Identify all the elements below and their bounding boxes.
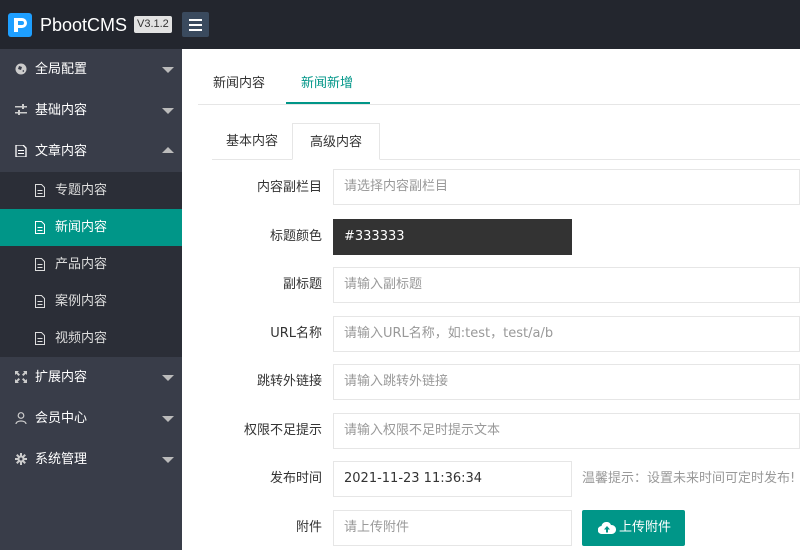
upload-button-label: 上传附件 xyxy=(619,520,672,535)
title-color-input[interactable]: #333333 xyxy=(333,219,572,255)
subcolumn-select[interactable]: 请选择内容副栏目 xyxy=(333,169,800,205)
publish-time-label: 发布时间 xyxy=(269,471,322,486)
card-tabs: 基本内容 高级内容 xyxy=(212,123,800,160)
permission-input[interactable]: 请输入权限不足时提示文本 xyxy=(333,413,800,449)
publish-time-input[interactable]: 2021-11-23 11:36:34 xyxy=(333,461,572,497)
subtitle-input[interactable]: 请输入副标题 xyxy=(333,267,800,303)
sidebar-subitem-cases[interactable]: 案例内容 xyxy=(0,283,182,320)
gear-icon xyxy=(15,453,27,465)
sidebar-subitem-news[interactable]: 新闻内容 xyxy=(0,209,182,246)
url-input[interactable]: 请输入URL名称，如:test，test/a/b xyxy=(333,316,800,352)
sidebar-item-member-center[interactable]: 会员中心 xyxy=(0,398,182,439)
sliders-icon xyxy=(15,104,27,115)
chevron-up-icon xyxy=(162,147,174,153)
tab-basic-content[interactable]: 基本内容 xyxy=(212,123,292,160)
document-icon xyxy=(35,258,45,271)
chevron-down-icon xyxy=(162,457,174,463)
sidebar-item-extended-content[interactable]: 扩展内容 xyxy=(0,357,182,398)
publish-time-hint: 温馨提示：设置未来时间可定时发布! xyxy=(582,471,796,486)
main-content: 新闻内容 新闻新增 基本内容 高级内容 内容副栏目 请选择内容副栏目 标题颜色 … xyxy=(182,49,800,550)
chevron-down-icon xyxy=(162,67,174,73)
sidebar-subitem-label: 产品内容 xyxy=(55,257,108,272)
cloud-upload-icon xyxy=(598,522,616,534)
sidebar-subitem-label: 专题内容 xyxy=(55,183,108,198)
sidebar-item-system-management[interactable]: 系统管理 xyxy=(0,439,182,480)
url-label: URL名称 xyxy=(270,326,322,341)
brand-name: PbootCMS xyxy=(40,15,128,35)
sidebar-item-article-content[interactable]: 文章内容 xyxy=(0,131,182,172)
permission-label: 权限不足提示 xyxy=(243,423,322,438)
subtitle-label: 副标题 xyxy=(282,277,322,292)
hamburger-icon xyxy=(189,19,202,21)
sidebar-subitem-label: 案例内容 xyxy=(55,294,108,309)
chevron-down-icon xyxy=(162,108,174,114)
attachment-label: 附件 xyxy=(295,520,322,535)
sidebar-subitem-videos[interactable]: 视频内容 xyxy=(0,320,182,357)
sidebar-subitem-label: 视频内容 xyxy=(55,331,108,346)
user-icon xyxy=(15,412,27,424)
document-icon xyxy=(35,332,45,345)
subcolumn-label: 内容副栏目 xyxy=(256,180,322,195)
top-bar: PbootCMS V3.1.2 xyxy=(0,0,800,49)
title-color-label: 标题颜色 xyxy=(269,229,322,244)
tab-news-add[interactable]: 新闻新增 xyxy=(301,75,353,92)
globe-icon xyxy=(15,63,27,75)
tab-advanced-content[interactable]: 高级内容 xyxy=(292,123,380,160)
sidebar-subitem-special[interactable]: 专题内容 xyxy=(0,172,182,209)
sidebar-item-label: 扩展内容 xyxy=(35,370,88,385)
tab-divider xyxy=(198,104,800,105)
sidebar-item-label: 会员中心 xyxy=(35,411,88,426)
sidebar-item-label: 全局配置 xyxy=(35,62,88,77)
chevron-down-icon xyxy=(162,375,174,381)
expand-icon xyxy=(15,371,27,383)
tab-news-content[interactable]: 新闻内容 xyxy=(213,75,265,92)
sidebar-item-basic-content[interactable]: 基础内容 xyxy=(0,90,182,131)
sidebar: 全局配置 基础内容 文章内容 专题内容 新闻内容 产品内容 案例内容 视频内容 … xyxy=(0,49,182,550)
sidebar-item-label: 系统管理 xyxy=(35,452,88,467)
sidebar-item-global-config[interactable]: 全局配置 xyxy=(0,49,182,90)
document-icon xyxy=(35,184,45,197)
chevron-down-icon xyxy=(162,416,174,422)
sidebar-item-label: 文章内容 xyxy=(35,144,88,159)
pbootcms-logo-icon xyxy=(8,13,32,37)
active-tab-indicator xyxy=(286,102,370,104)
attachment-input[interactable]: 请上传附件 xyxy=(333,510,572,546)
file-icon xyxy=(15,145,27,157)
version-badge: V3.1.2 xyxy=(134,16,172,33)
sidebar-item-label: 基础内容 xyxy=(35,103,88,118)
upload-attachment-button[interactable]: 上传附件 xyxy=(582,510,685,546)
outlink-label: 跳转外链接 xyxy=(256,374,322,389)
document-icon xyxy=(35,295,45,308)
outlink-input[interactable]: 请输入跳转外链接 xyxy=(333,364,800,400)
sidebar-subitem-label: 新闻内容 xyxy=(55,220,108,235)
sidebar-subitem-products[interactable]: 产品内容 xyxy=(0,246,182,283)
menu-toggle-button[interactable] xyxy=(182,12,209,37)
document-icon xyxy=(35,221,45,234)
